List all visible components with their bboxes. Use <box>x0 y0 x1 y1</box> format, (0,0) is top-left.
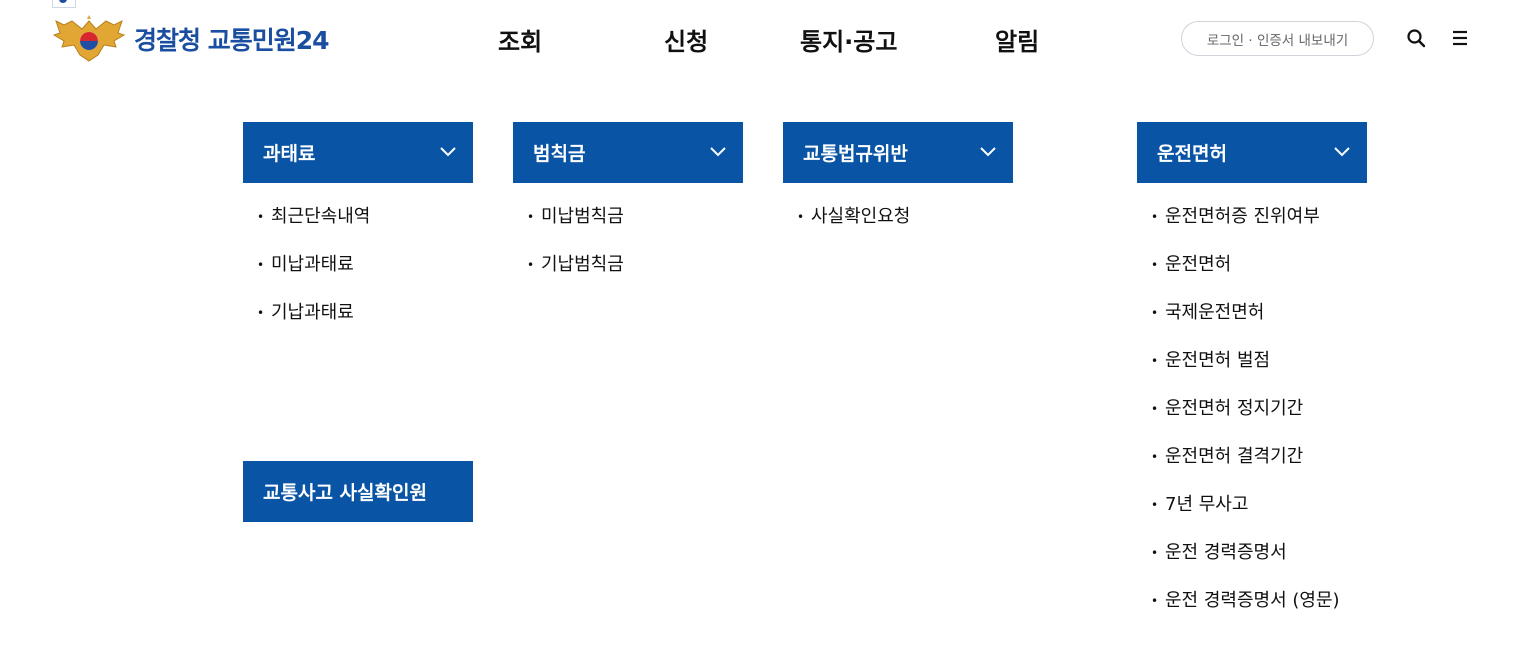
list-item[interactable]: • 운전면허 정지기간 <box>1151 398 1340 446</box>
logo-text: 경찰청 교통민원24 <box>134 26 329 55</box>
login-button[interactable]: 로그인 · 인증서 내보내기 <box>1181 21 1374 56</box>
menu-violation-label: 교통법규위반 <box>803 143 908 165</box>
nav-inquiry[interactable]: 조회 <box>498 22 542 57</box>
menu-violation[interactable]: 교통법규위반 <box>783 122 1013 183</box>
menu-penalty-label: 범칙금 <box>533 143 586 165</box>
list-item[interactable]: • 기납범칙금 <box>527 254 624 302</box>
chevron-down-icon <box>1334 147 1350 157</box>
chevron-down-icon <box>710 147 726 157</box>
list-item[interactable]: • 최근단속내역 <box>257 206 370 254</box>
menu-license-list: • 운전면허증 진위여부 • 운전면허 • 국제운전면허 • 운전면허 벌점 • 운전면허… <box>1151 206 1340 638</box>
list-item[interactable]: • 운전면허 벌점 <box>1151 350 1340 398</box>
list-item[interactable]: • 미납과태료 <box>257 254 370 302</box>
list-item[interactable]: • 운전면허증 진위여부 <box>1151 206 1340 254</box>
menu-penalty-list: • 미납범칙금 • 기납범칙금 <box>527 206 624 302</box>
list-item[interactable]: • 국제운전면허 <box>1151 302 1340 350</box>
chevron-down-icon <box>980 147 996 157</box>
menu-fine-label: 과태료 <box>263 143 316 165</box>
site-logo[interactable]: 경찰청 교통민원24 <box>52 14 329 64</box>
search-icon[interactable] <box>1406 28 1426 48</box>
korea-flag-icon <box>52 0 76 8</box>
police-emblem-icon <box>52 15 126 62</box>
hamburger-menu-icon[interactable] <box>1450 28 1470 48</box>
list-item[interactable]: • 기납과태료 <box>257 302 370 350</box>
list-item[interactable]: • 미납범칙금 <box>527 206 624 254</box>
menu-penalty[interactable]: 범칙금 <box>513 122 743 183</box>
list-item[interactable]: • 운전면허 결격기간 <box>1151 446 1340 494</box>
list-item[interactable]: • 7년 무사고 <box>1151 494 1340 542</box>
menu-accident-confirmation[interactable]: 교통사고 사실확인원 <box>243 461 473 522</box>
menu-license-label: 운전면허 <box>1157 143 1227 165</box>
nav-apply[interactable]: 신청 <box>664 22 708 57</box>
menu-violation-list: • 사실확인요청 <box>797 206 910 254</box>
list-item[interactable]: • 사실확인요청 <box>797 206 910 254</box>
nav-news[interactable]: 알림 <box>995 22 1039 57</box>
chevron-down-icon <box>440 147 456 157</box>
nav-notice[interactable]: 통지·공고 <box>800 22 897 57</box>
list-item[interactable]: • 운전 경력증명서 <box>1151 542 1340 590</box>
list-item[interactable]: • 운전 경력증명서 (영문) <box>1151 590 1340 638</box>
list-item[interactable]: • 운전면허 <box>1151 254 1340 302</box>
gov-banner <box>52 0 76 8</box>
menu-license[interactable]: 운전면허 <box>1137 122 1367 183</box>
menu-accident-confirmation-label: 교통사고 사실확인원 <box>263 482 427 504</box>
menu-fine[interactable]: 과태료 <box>243 122 473 183</box>
menu-fine-list: • 최근단속내역 • 미납과태료 • 기납과태료 <box>257 206 370 350</box>
